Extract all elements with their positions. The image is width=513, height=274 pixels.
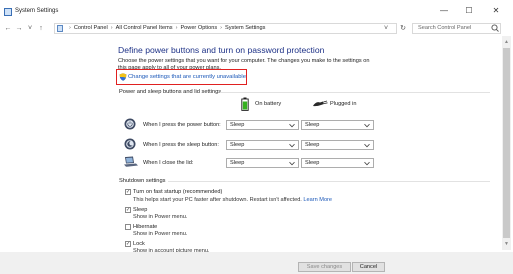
selected-value: Sleep [230,122,245,128]
back-button[interactable]: ← [3,23,13,35]
sleep-button-label: When I press the sleep button: [143,142,219,148]
hibernate-description: Show in Power menu. [133,231,188,237]
change-settings-link[interactable]: Change settings that are currently unava… [128,74,246,80]
sleep-description: Show in Power menu. [133,214,188,220]
search-icon[interactable] [490,23,500,34]
power-section-title: Power and sleep buttons and lid settings [119,89,222,95]
chevron-down-icon [289,161,295,166]
selected-value: Sleep [305,160,320,166]
up-button[interactable]: ↑ [36,23,46,35]
breadcrumb-all-items[interactable]: All Control Panel Items [116,25,173,31]
sleep-checkbox[interactable]: ✓ [125,207,131,213]
divider [168,181,490,182]
chevron-down-icon [289,123,295,128]
selected-value: Sleep [305,122,320,128]
scroll-up-arrow-icon[interactable]: ▲ [502,38,511,46]
chevron-down-icon [364,161,370,166]
window-title: System Settings [15,8,59,14]
battery-icon [241,97,249,111]
sleep-button-icon [124,138,136,150]
breadcrumb-control-panel[interactable]: Control Panel [74,25,108,31]
refresh-button[interactable]: ↻ [398,23,408,35]
uac-shield-icon [119,73,127,81]
close-button[interactable]: ✕ [488,5,504,17]
hibernate-checkbox[interactable] [125,224,131,230]
selected-value: Sleep [305,142,320,148]
minimize-button[interactable]: — [436,5,452,17]
lid-close-label: When I close the lid: [143,160,194,166]
chevron-down-icon [289,143,295,148]
breadcrumb: › Control Panel › All Control Panel Items › P… [69,25,266,31]
scroll-down-arrow-icon[interactable]: ▼ [502,240,511,248]
selected-value: Sleep [230,142,245,148]
save-changes-button[interactable]: Save changes [298,262,351,272]
maximize-button[interactable]: ☐ [461,5,477,17]
forward-button[interactable]: → [14,23,24,35]
chevron-down-icon [364,143,370,148]
breadcrumb-power-options[interactable]: Power Options [180,25,217,31]
lid-close-plugged-select[interactable]: Sleep [301,158,374,168]
page-title: Define power buttons and turn on passwor… [118,45,325,55]
fast-startup-label: Turn on fast startup (recommended) [133,189,223,195]
lock-label: Lock [133,241,145,247]
control-panel-icon [4,8,12,16]
lid-close-battery-select[interactable]: Sleep [226,158,299,168]
on-battery-header: On battery [255,101,282,107]
laptop-lid-icon [124,156,138,167]
cancel-button[interactable]: Cancel [352,262,385,272]
hibernate-label: Hibernate [133,224,158,230]
power-button-plugged-select[interactable]: Sleep [301,120,374,130]
sleep-button-battery-select[interactable]: Sleep [226,140,299,150]
power-button-icon [124,118,136,130]
breadcrumb-system-settings[interactable]: System Settings [225,25,265,31]
power-button-battery-select[interactable]: Sleep [226,120,299,130]
fast-startup-description: This helps start your PC faster after sh… [133,197,333,203]
divider [220,92,490,93]
plug-icon [313,100,328,107]
chevron-down-icon [364,123,370,128]
lock-checkbox[interactable]: ✓ [125,241,131,247]
address-dropdown-button[interactable]: ˅ [381,23,391,35]
footer-bar [0,252,513,274]
sleep-button-plugged-select[interactable]: Sleep [301,140,374,150]
search-placeholder: Search Control Panel [418,25,472,31]
plugged-in-header: Plugged in [330,101,357,107]
learn-more-link[interactable]: Learn More [303,197,332,203]
sleep-label: Sleep [133,207,148,213]
selected-value: Sleep [230,160,245,166]
power-button-label: When I press the power button: [143,122,221,128]
shutdown-section-title: Shutdown settings [119,178,166,184]
recent-locations-button[interactable]: ˅ [25,23,35,35]
scrollbar-thumb[interactable] [503,48,510,238]
control-panel-small-icon [57,25,63,32]
fast-startup-checkbox[interactable]: ✓ [125,189,131,195]
